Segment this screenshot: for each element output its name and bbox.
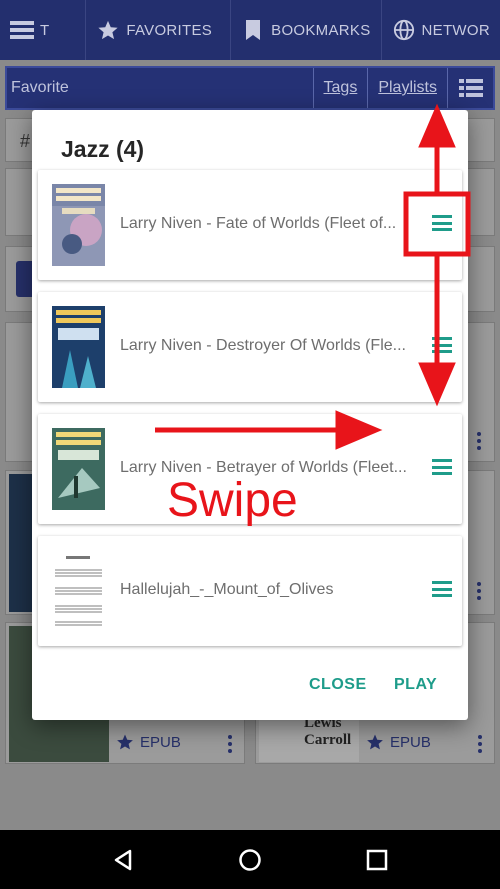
back-icon (115, 849, 132, 870)
book-cover (52, 184, 105, 266)
book-cover (52, 306, 105, 388)
playlist-item[interactable]: Larry Niven - Fate of Worlds (Fleet of..… (38, 170, 462, 280)
playlist-item[interactable]: Larry Niven - Destroyer Of Worlds (Fle..… (38, 292, 462, 402)
book-cover (52, 428, 105, 510)
sheet-music-thumbnail (52, 550, 105, 632)
drag-handle-icon[interactable] (432, 581, 452, 597)
item-title: Larry Niven - Fate of Worlds (Fleet of..… (120, 215, 397, 232)
home-icon (239, 848, 261, 871)
swipe-annotation: Swipe (167, 474, 298, 527)
drag-handle-icon[interactable] (432, 215, 452, 231)
drag-handle-icon[interactable] (432, 337, 452, 353)
playlist-dialog: Jazz (4) Larry Niven - Fate of Worlds (F… (32, 110, 468, 720)
home-button[interactable] (230, 840, 270, 880)
recents-button[interactable] (357, 840, 397, 880)
system-nav-bar (0, 830, 500, 889)
play-button[interactable]: PLAY (394, 676, 437, 694)
back-button[interactable] (103, 840, 143, 880)
item-title: Hallelujah_-_Mount_of_Olives (120, 581, 334, 598)
playlist-item[interactable]: Hallelujah_-_Mount_of_Olives (38, 536, 462, 646)
item-title: Larry Niven - Destroyer Of Worlds (Fle..… (120, 337, 406, 354)
recents-icon (366, 849, 387, 870)
dialog-title: Jazz (4) (61, 136, 145, 162)
drag-handle-icon[interactable] (432, 459, 452, 475)
close-button[interactable]: CLOSE (309, 676, 367, 694)
